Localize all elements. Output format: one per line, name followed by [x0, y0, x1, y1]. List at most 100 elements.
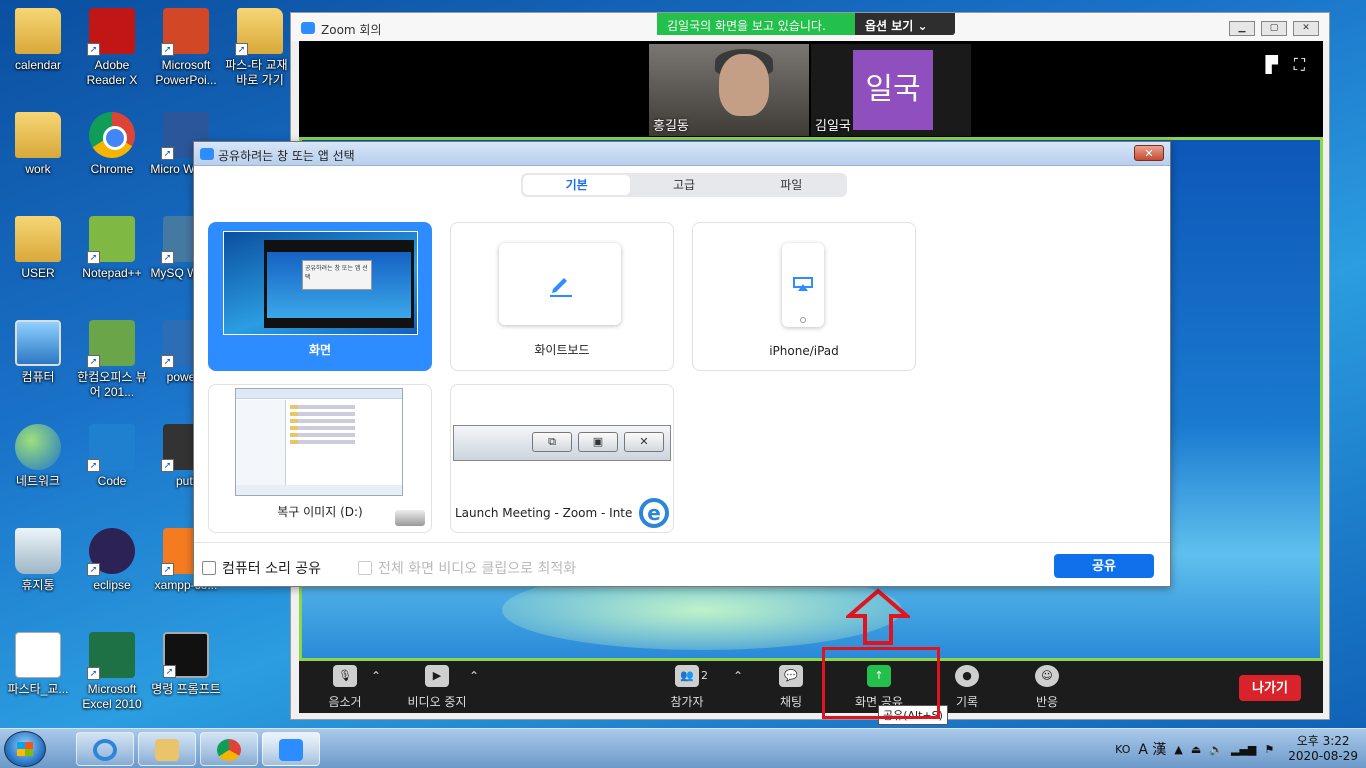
drive-icon: [395, 510, 425, 526]
checkbox-icon: [358, 561, 372, 575]
maximize-button[interactable]: ▢: [1261, 21, 1287, 36]
taskbar-chrome[interactable]: [200, 732, 258, 766]
vscode-icon: ➚: [87, 424, 135, 472]
desktop-icon-user[interactable]: USER: [0, 216, 76, 281]
taskbar-zoom[interactable]: [262, 732, 320, 766]
tile-label: Launch Meeting - Zoom - Intern...: [455, 506, 633, 520]
tray-expand-icon[interactable]: ▲: [1174, 743, 1182, 756]
view-options-button[interactable]: 옵션 보기 ⌄: [855, 13, 938, 35]
airplay-icon: [793, 277, 813, 291]
powerpoint-icon: ➚: [161, 8, 209, 56]
audio-options-caret-icon[interactable]: ⌃: [371, 669, 381, 683]
volume-icon[interactable]: 🔈: [1209, 743, 1223, 756]
start-button[interactable]: [4, 731, 46, 767]
speaker-view-icon[interactable]: ▛: [1265, 55, 1277, 75]
language-indicator[interactable]: KO: [1115, 743, 1130, 756]
share-option-launch-meeting-window[interactable]: ⧉ ▣ ✕ Launch Meeting - Zoom - Intern... …: [450, 384, 674, 533]
fullscreen-icon[interactable]: ⛶: [1294, 55, 1305, 75]
view-controls: ▛ ⛶: [1265, 55, 1305, 75]
tile-label: 화면: [308, 343, 332, 357]
video-options-caret-icon[interactable]: ⌃: [469, 669, 479, 683]
mute-button[interactable]: 🎙 음소거: [319, 665, 371, 710]
mini-zoom-window: 공유하려는 창 또는 앱 선택: [264, 240, 414, 328]
pencil-icon: [550, 278, 572, 297]
desktop-icon-work[interactable]: work: [0, 112, 76, 177]
internet-explorer-icon: e: [639, 498, 669, 528]
desktop-icon-network[interactable]: 네트워크: [0, 424, 76, 489]
network-signal-icon[interactable]: ▂▄▆: [1231, 743, 1256, 756]
close-icon: ✕: [624, 432, 664, 452]
pdf-icon: ➚: [87, 8, 135, 56]
explorer-thumbnail: [235, 388, 403, 496]
usb-icon[interactable]: ⏏: [1191, 743, 1201, 756]
participants-options-caret-icon[interactable]: ⌃: [733, 669, 743, 683]
desktop-icon-cmd[interactable]: ➚ 명령 프롬프트: [148, 632, 224, 697]
desktop-icon-pasta-shortcut[interactable]: ➚ 파스-타 교재 - 바로 가기: [222, 8, 298, 88]
share-sound-checkbox[interactable]: 컴퓨터 소리 공유: [202, 558, 321, 578]
annotation-highlight-box: [822, 647, 940, 719]
share-tabs: 기본 고급 파일: [521, 173, 847, 197]
computer-icon: [15, 320, 61, 366]
phone-icon: [782, 243, 824, 327]
explorer-status-bar: [236, 485, 402, 495]
share-button[interactable]: 공유: [1054, 554, 1154, 578]
desktop-icon-adobe-reader[interactable]: ➚ Adobe Reader X: [74, 8, 150, 88]
participant-avatar: 일국: [853, 50, 933, 130]
text-file-icon: [15, 632, 61, 678]
tile-label: iPhone/iPad: [769, 344, 839, 358]
leave-meeting-button[interactable]: 나가기: [1239, 675, 1301, 701]
notepad-icon: ➚: [87, 216, 135, 264]
user-folder-icon: [15, 216, 61, 262]
cmd-icon: ➚: [163, 632, 209, 678]
desktop-icon-pasta-file[interactable]: 파스타_교...: [0, 632, 76, 697]
close-button[interactable]: ✕: [1293, 21, 1319, 36]
desktop-icon-calendar[interactable]: calendar: [0, 8, 76, 73]
zoom-icon: [279, 739, 303, 761]
desktop-icon-notepadpp[interactable]: ➚ Notepad++: [74, 216, 150, 281]
dialog-close-button[interactable]: ✕: [1134, 145, 1164, 161]
desktop-icon-computer[interactable]: 컴퓨터: [0, 320, 76, 385]
dialog-footer: 컴퓨터 소리 공유 전체 화면 비디오 클립으로 최적화 공유: [194, 542, 1170, 586]
chrome-icon: [89, 112, 135, 158]
eclipse-icon: ➚: [87, 528, 135, 576]
share-option-screen[interactable]: 공유하려는 창 또는 앱 선택 화면: [208, 222, 432, 371]
taskbar-explorer[interactable]: [138, 732, 196, 766]
share-option-whiteboard[interactable]: 화이트보드: [450, 222, 674, 371]
video-camera-icon: ▶: [425, 665, 449, 687]
ime-mode[interactable]: A 漢: [1138, 739, 1166, 759]
share-option-iphone-ipad[interactable]: iPhone/iPad: [692, 222, 916, 371]
action-center-flag-icon[interactable]: ⚑: [1264, 743, 1274, 756]
participant-name: 김일국: [815, 119, 851, 134]
optimize-video-checkbox[interactable]: 전체 화면 비디오 클립으로 최적화: [358, 558, 576, 578]
sharing-status-text: 김일국의 화면을 보고 있습니다.: [657, 13, 855, 35]
reactions-button[interactable]: ☺ 반응: [1023, 665, 1071, 710]
desktop-icon-powerpoint[interactable]: ➚ Microsoft PowerPoi...: [148, 8, 224, 88]
tab-advanced[interactable]: 고급: [630, 175, 737, 195]
desktop-icon-excel[interactable]: ➚ Microsoft Excel 2010: [74, 632, 150, 712]
minimize-button[interactable]: ▁: [1229, 21, 1255, 36]
desktop-icon-hancom[interactable]: ➚ 한컴오피스 뷰어 201...: [74, 320, 150, 400]
zoom-logo-icon: [301, 22, 315, 34]
tab-files[interactable]: 파일: [738, 175, 845, 195]
share-option-recovery-drive[interactable]: 복구 이미지 (D:): [208, 384, 432, 533]
folder-icon: [15, 8, 61, 54]
dialog-title: 공유하려는 창 또는 앱 선택: [218, 149, 355, 163]
chat-button[interactable]: 💬 채팅: [765, 665, 817, 710]
stop-video-button[interactable]: ▶ 비디오 중지: [399, 665, 475, 710]
desktop-icon-eclipse[interactable]: ➚ eclipse: [74, 528, 150, 593]
desktop-icon-recycle-bin[interactable]: 휴지통: [0, 528, 76, 593]
tab-basic[interactable]: 기본: [523, 175, 631, 195]
desktop-icon-vscode[interactable]: ➚ Code: [74, 424, 150, 489]
clock-time: 오후 3:22: [1296, 734, 1350, 748]
participant-video-1[interactable]: 홍길동: [649, 44, 809, 136]
taskbar-internet-explorer[interactable]: [76, 732, 134, 766]
participant-video-2[interactable]: 일국 김일국: [811, 44, 971, 136]
zoom-logo-icon: [200, 148, 214, 160]
record-button[interactable]: ● 기록: [943, 665, 991, 710]
annotation-arrow-icon: [846, 588, 910, 645]
dialog-titlebar[interactable]: 공유하려는 창 또는 앱 선택 ✕: [194, 142, 1170, 166]
folder-icon: ➚: [235, 8, 283, 56]
desktop-icon-chrome[interactable]: Chrome: [74, 112, 150, 177]
system-clock[interactable]: 오후 3:22 2020-08-29: [1288, 734, 1358, 764]
participant-count: 2: [701, 669, 708, 682]
